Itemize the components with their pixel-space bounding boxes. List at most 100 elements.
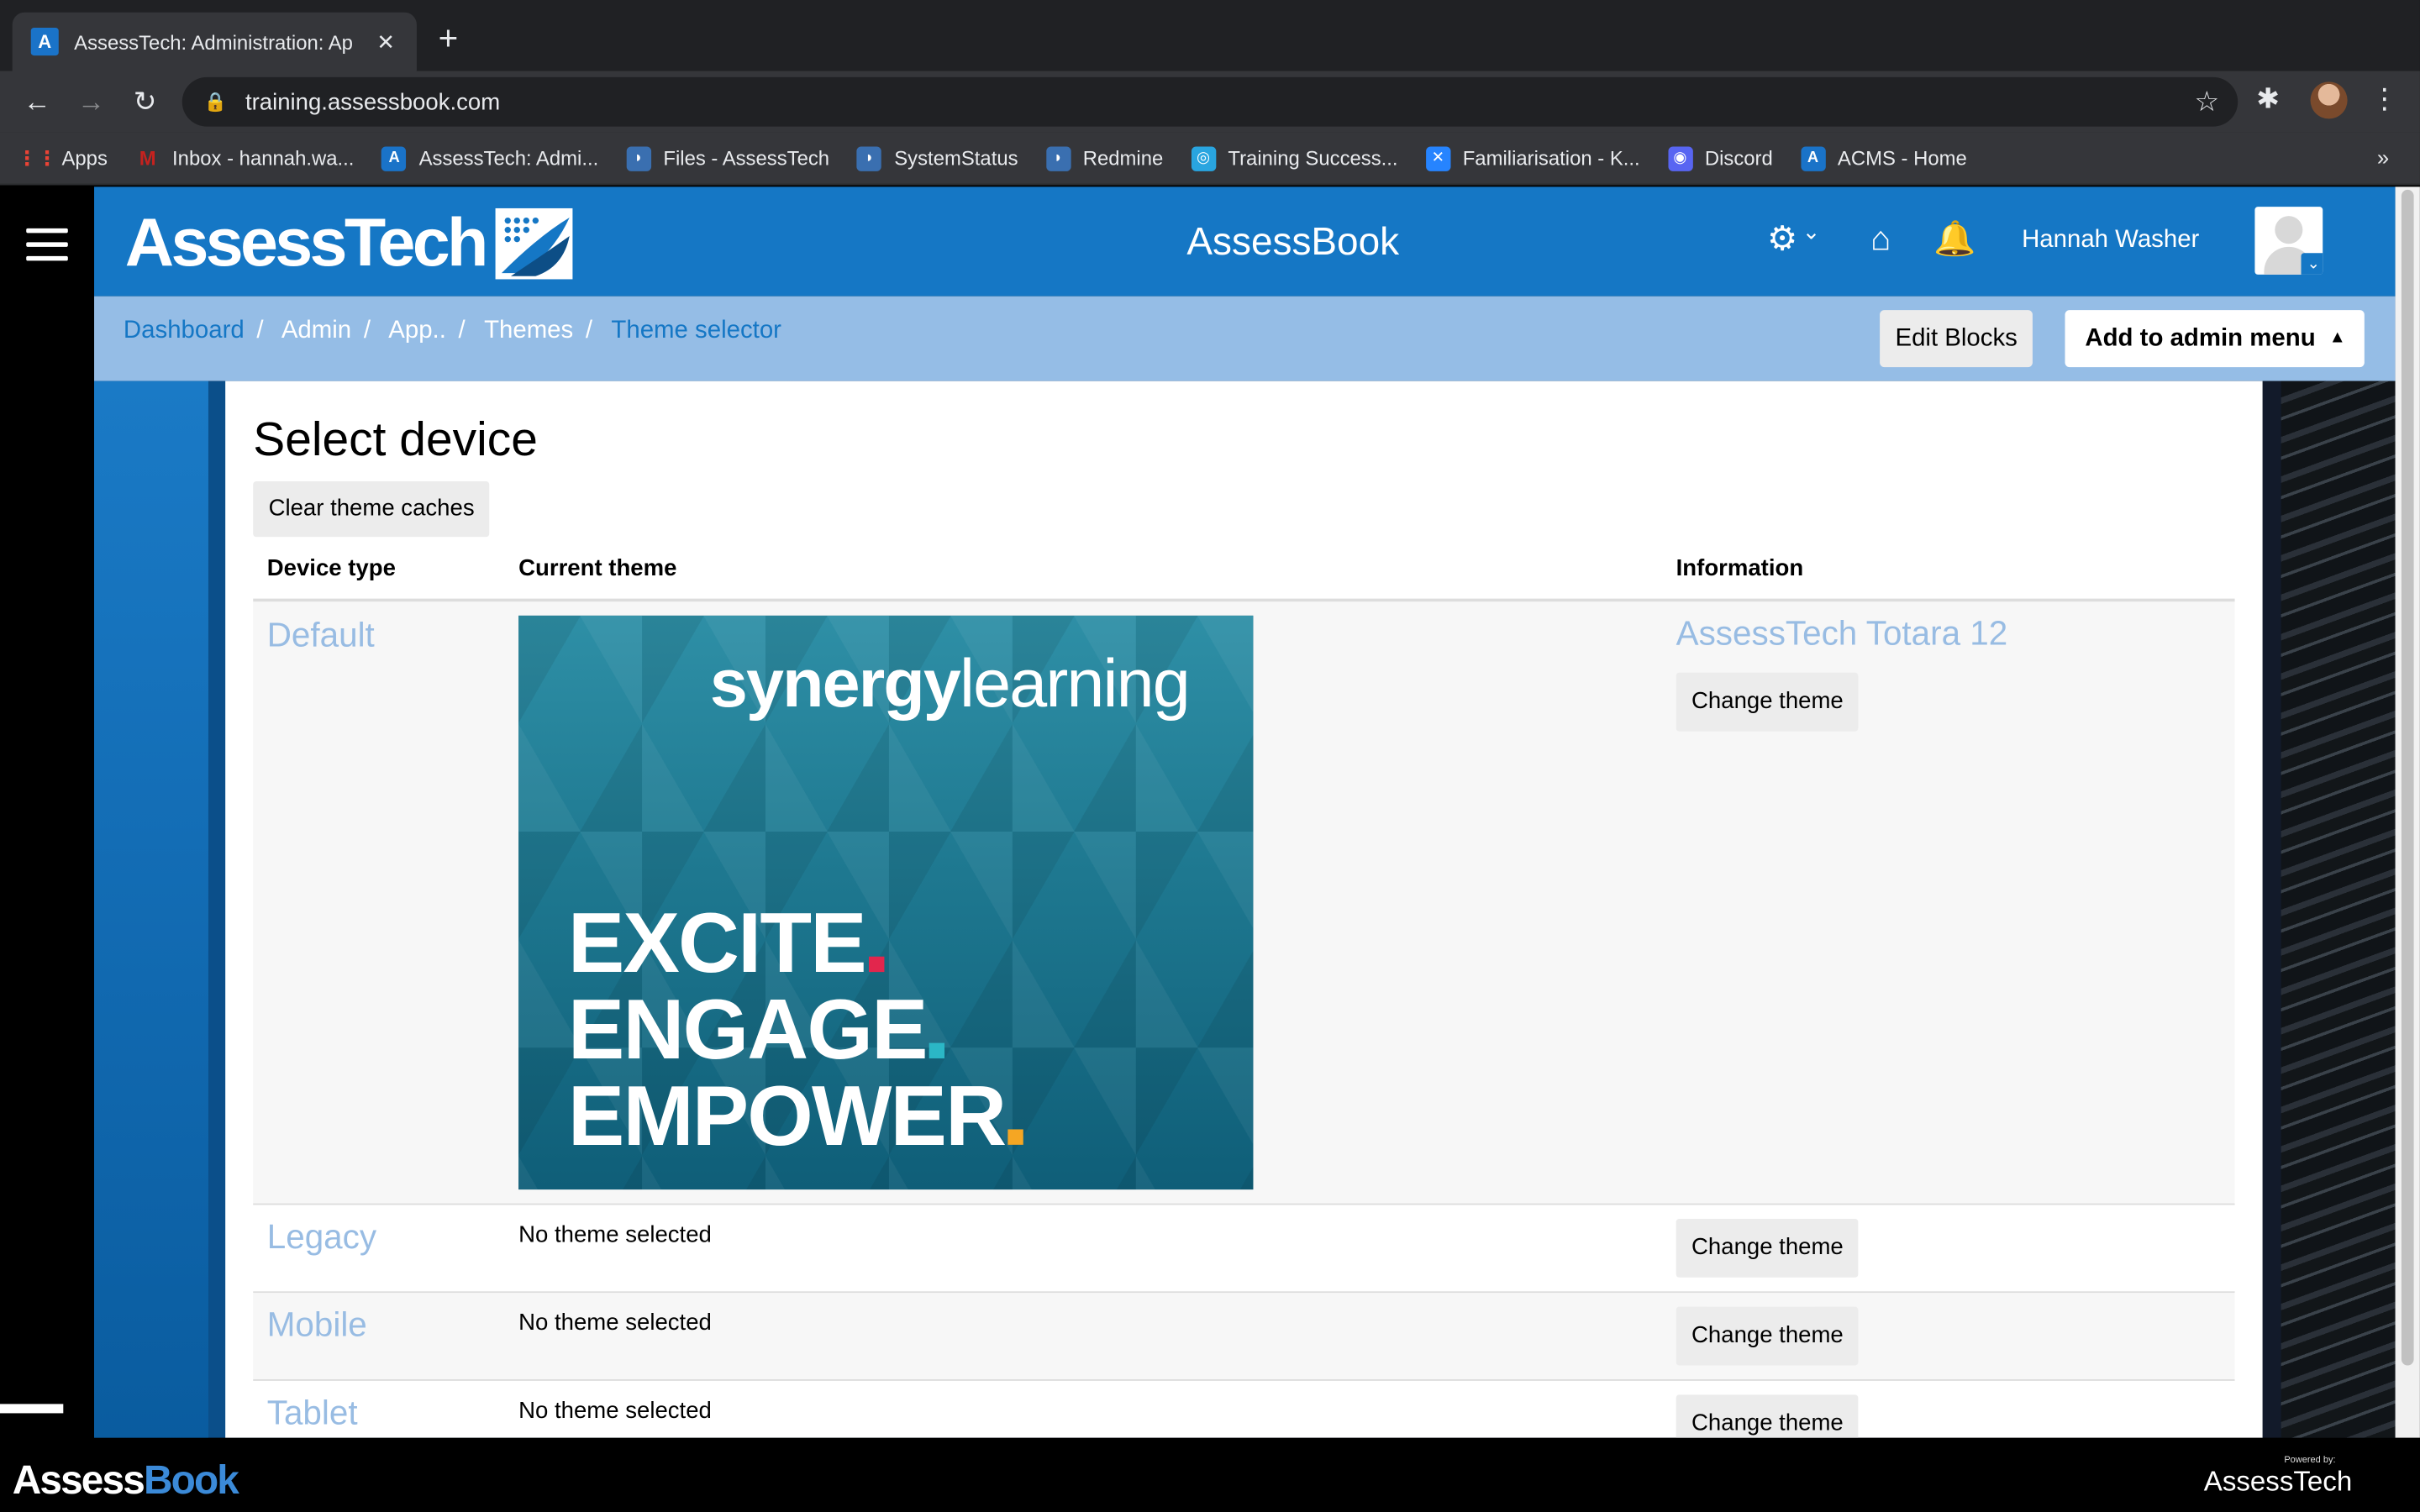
table-row-tablet: Tablet No theme selected Change theme <box>253 1381 2234 1438</box>
change-theme-button-legacy[interactable]: Change theme <box>1676 1218 1860 1278</box>
table-row-mobile: Mobile No theme selected Change theme <box>253 1293 2235 1381</box>
left-rail <box>0 186 95 1438</box>
main-content: Select device Clear theme caches Device … <box>225 381 2263 1438</box>
apps-grid-icon: ⋮⋮ <box>17 145 57 170</box>
address-bar[interactable]: 🔒 training.assessbook.com ☆ <box>182 76 2238 127</box>
profile-avatar[interactable] <box>2310 81 2348 119</box>
change-theme-button-mobile[interactable]: Change theme <box>1676 1306 1860 1366</box>
tab-title: AssessTech: Administration: Ap <box>74 29 353 54</box>
change-theme-button-tablet[interactable]: Change theme <box>1676 1394 1860 1438</box>
table-row-default: Default synergylearning EXCITE ENGAGE EM… <box>253 601 2235 1205</box>
bookmark-label: Training Success... <box>1228 146 1398 171</box>
bookmark-inbox[interactable]: M Inbox - hannah.wa... <box>135 146 355 171</box>
device-default-link[interactable]: Default <box>267 616 375 656</box>
bookmark-training[interactable]: ◎ Training Success... <box>1191 145 1398 171</box>
browser-tabbar: A AssessTech: Administration: Ap ✕ + <box>0 0 2420 71</box>
gmail-icon: M <box>139 146 156 171</box>
add-to-admin-menu-select[interactable]: Add to admin menu ▲▼ <box>2065 310 2365 404</box>
device-legacy-link[interactable]: Legacy <box>267 1217 376 1257</box>
breadcrumb-bar: Dashboard / Admin / App.. / Themes / Theme s… <box>94 296 2396 404</box>
synergy-learning-logo: synergylearning <box>709 646 1191 722</box>
page-title: Select device <box>253 412 538 466</box>
user-avatar[interactable]: ⌄ <box>2254 207 2323 275</box>
breadcrumb-dashboard[interactable]: Dashboard <box>124 318 245 344</box>
logo-text: AssessTech <box>124 205 489 281</box>
bookmark-redmine[interactable]: ◗ Redmine <box>1045 145 1164 171</box>
confluence-icon: ✕ <box>1425 145 1451 171</box>
scrollbar-thumb[interactable] <box>2401 189 2414 1366</box>
breadcrumb-admin[interactable]: Admin <box>281 318 351 344</box>
bookmark-label: Discord <box>1704 146 1773 171</box>
web-page: AssessTech AssessBook ⚙ ⌄ ⌂ 🔔 Hannah Wash… <box>0 186 2420 1438</box>
breadcrumb-app[interactable]: App.. <box>388 318 446 344</box>
assessbook-footer-logo: AssessBook <box>12 1456 239 1503</box>
bookmark-label: ACMS - Home <box>1837 146 1967 171</box>
notifications-bell-icon[interactable]: 🔔 <box>1933 219 1975 260</box>
edit-blocks-button[interactable]: Edit Blocks <box>1880 310 2033 368</box>
assesstech-footer-logo: AssessTech Powered by: <box>2203 1456 2353 1497</box>
theme-name-link[interactable]: AssessTech Totara 12 <box>1676 614 2008 654</box>
training-icon: ◎ <box>1191 145 1216 171</box>
device-mobile-link[interactable]: Mobile <box>267 1305 367 1346</box>
settings-gear-icon[interactable]: ⚙ ⌄ <box>1767 219 1820 260</box>
reload-icon[interactable]: ↻ <box>127 83 164 120</box>
bookmark-acms[interactable]: A ACMS - Home <box>1800 145 1967 171</box>
theme-status: No theme selected <box>518 1310 712 1336</box>
col-information: Information <box>1676 555 1804 582</box>
close-tab-icon[interactable]: ✕ <box>373 29 397 55</box>
bookmark-label: Inbox - hannah.wa... <box>172 146 355 171</box>
screen: A AssessTech: Administration: Ap ✕ + ← →… <box>0 0 2420 1512</box>
lock-icon: 🔒 <box>203 91 227 113</box>
bookmark-files[interactable]: ◗ Files - AssessTech <box>626 145 830 171</box>
site-name[interactable]: AssessBook <box>1186 221 1399 265</box>
assesstech-favicon-icon: A <box>30 28 59 56</box>
home-icon[interactable]: ⌂ <box>1870 219 1891 260</box>
assesstech-icon: A <box>381 145 407 171</box>
bookmark-label: Apps <box>61 146 108 171</box>
bookmark-star-icon[interactable]: ☆ <box>2195 87 2220 119</box>
bookmark-label: Familiarisation - K... <box>1462 146 1640 171</box>
hamburger-menu-icon[interactable] <box>26 228 68 270</box>
extensions-puzzle-icon[interactable]: ✱ <box>2256 83 2280 116</box>
new-tab-icon[interactable]: + <box>439 21 459 55</box>
clear-theme-caches-button[interactable]: Clear theme caches <box>253 481 490 538</box>
acms-icon: A <box>1800 145 1826 171</box>
device-tablet-link[interactable]: Tablet <box>267 1394 358 1434</box>
slogan: EXCITE ENGAGE EMPOWER <box>568 900 1024 1158</box>
footer-bar: AssessBook AssessTech Powered by: <box>0 1437 2420 1512</box>
more-bookmarks-icon[interactable]: » <box>2377 145 2389 170</box>
back-icon[interactable]: ← <box>18 83 55 120</box>
redmine-icon: ◗ <box>1045 145 1071 171</box>
page-scrollbar[interactable] <box>2395 186 2420 1438</box>
bookmark-discord[interactable]: ◉ Discord <box>1667 145 1773 171</box>
bookmark-systemstatus[interactable]: ◗ SystemStatus <box>857 145 1018 171</box>
bookmark-label: Files - AssessTech <box>663 146 830 171</box>
breadcrumb: Dashboard / Admin / App.. / Themes / Theme s… <box>123 318 781 344</box>
forward-icon[interactable]: → <box>72 83 109 120</box>
browser-toolbar: ← → ↻ 🔒 training.assessbook.com ☆ ✱ ⋮ <box>0 71 2420 133</box>
bookmark-label: Redmine <box>1082 146 1164 171</box>
site-header: AssessTech AssessBook ⚙ ⌄ ⌂ 🔔 Hannah Wash… <box>94 186 2396 297</box>
right-background-panel <box>2281 381 2396 1438</box>
browser-tab[interactable]: A AssessTech: Administration: Ap ✕ <box>12 12 417 71</box>
bookmark-label: SystemStatus <box>894 146 1018 171</box>
files-icon: ◗ <box>626 145 651 171</box>
breadcrumb-themes[interactable]: Themes <box>484 318 573 344</box>
breadcrumb-theme-selector[interactable]: Theme selector <box>611 318 781 344</box>
discord-icon: ◉ <box>1667 145 1693 171</box>
logo-swoosh-icon <box>494 207 572 280</box>
bookmark-assesstech[interactable]: A AssessTech: Admi... <box>381 145 598 171</box>
select-label: Add to admin menu <box>2085 325 2316 352</box>
user-name[interactable]: Hannah Washer <box>2022 227 2199 255</box>
change-theme-button-default[interactable]: Change theme <box>1676 672 1860 732</box>
left-background-stripe <box>94 381 208 1438</box>
bookmarks-bar: ⋮⋮ Apps M Inbox - hannah.wa... A AssessT… <box>0 132 2420 186</box>
bookmark-apps[interactable]: ⋮⋮ Apps <box>17 145 108 171</box>
table-row-legacy: Legacy No theme selected Change theme <box>253 1205 2235 1294</box>
assesstech-logo[interactable]: AssessTech <box>125 205 576 282</box>
browser-menu-icon[interactable]: ⋮ <box>2370 83 2398 116</box>
theme-status: No theme selected <box>518 1221 712 1248</box>
theme-status: No theme selected <box>518 1398 712 1425</box>
bookmark-familiarisation[interactable]: ✕ Familiarisation - K... <box>1425 145 1640 171</box>
rail-indicator <box>0 1404 64 1414</box>
